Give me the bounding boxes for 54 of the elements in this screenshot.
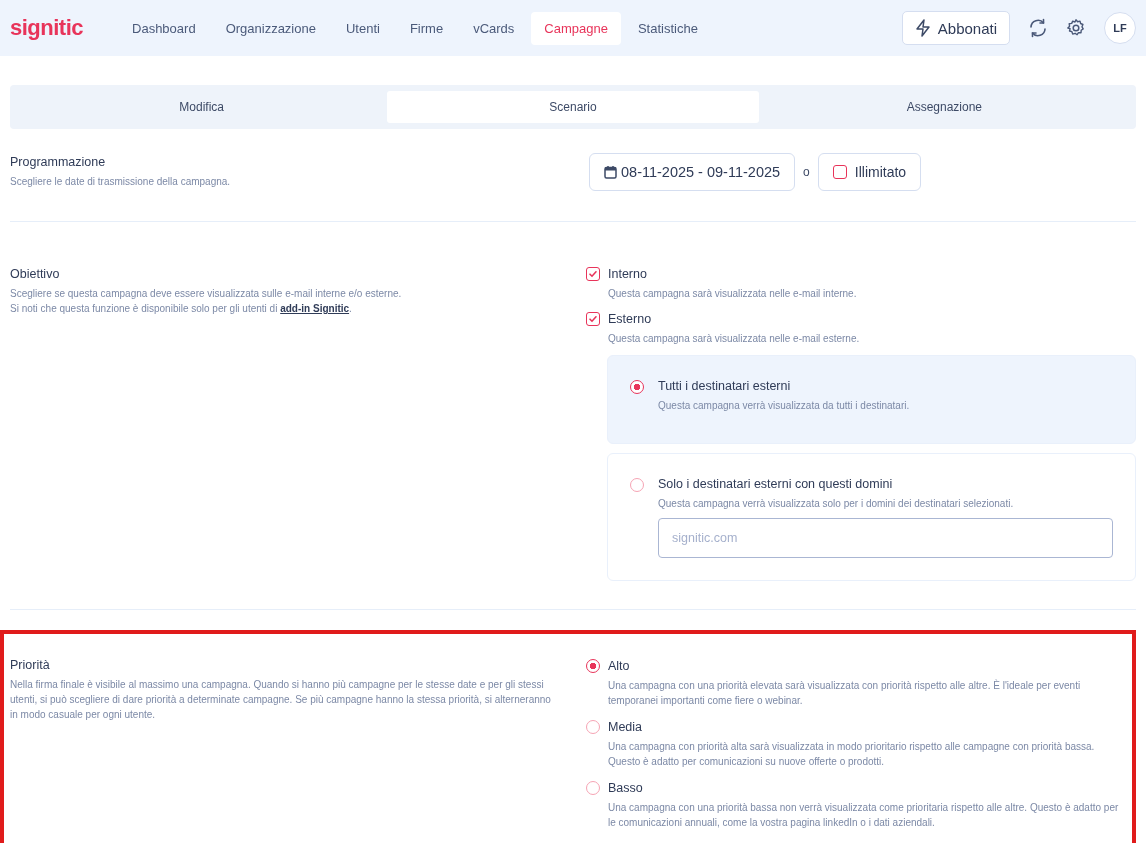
subscribe-button[interactable]: Abbonati (901, 11, 1010, 45)
nav-item[interactable]: Utenti (332, 11, 393, 45)
option-description: Una campagna con una priorità bassa non verrà visualizzata come prioritaria rispetto alle altre. Questo è adatto per le comunicazioni annuali, come la vostra pagina linkedIn o i dati aziendali. (608, 801, 1120, 830)
section-title: Priorità (10, 658, 51, 672)
option-label: Interno (608, 267, 647, 281)
section-title: Programmazione (10, 155, 107, 169)
option-label: Alto (608, 658, 630, 673)
or-label: o (803, 165, 810, 179)
nav-item[interactable]: Statistiche (624, 11, 711, 45)
option-description: Questa campagna sarà visualizzata nelle e-mail esterne. (608, 332, 861, 346)
logo[interactable]: signitic (10, 15, 83, 41)
nav-item[interactable]: vCards (460, 11, 528, 45)
section-description: Scegliere le date di trasmissione della campagna. (10, 175, 232, 189)
availability-note: Si noti che questa funzione è disponibile solo per gli utenti di add-in Signitic. (10, 302, 353, 316)
option-description: Questa campagna verrà visualizzata solo per i domini dei destinatari selezionati. (658, 497, 1015, 511)
settings-icon[interactable] (1066, 18, 1086, 38)
tab[interactable]: Scenario (387, 91, 759, 123)
nav-item[interactable]: Organizzazione (212, 11, 329, 45)
date-range-picker[interactable]: 08-11-2025 - 09-11-2025 (589, 153, 796, 191)
checkbox[interactable] (586, 312, 600, 326)
refresh-icon[interactable] (1028, 18, 1048, 38)
option-description: Questa campagna sarà visualizzata nelle e-mail interne. (608, 287, 858, 301)
user-avatar[interactable]: LF (1104, 12, 1136, 44)
radio-button[interactable] (586, 781, 600, 795)
option-label: Media (608, 719, 643, 734)
section-title: Obiettivo (10, 267, 61, 281)
recipient-option-card[interactable]: Solo i destinatari esterni con questi domini Questa campagna verrà visualizzata solo per i domini dei destinatari selezionati. signitic.com (607, 453, 1136, 581)
tab[interactable]: Modifica (16, 91, 388, 123)
radio-button[interactable] (630, 380, 644, 394)
radio-button[interactable] (630, 478, 644, 492)
option-label: Tutti i destinatari esterni (658, 379, 792, 393)
recipient-option-card[interactable]: Tutti i destinatari esterni Questa campagna verrà visualizzata da tutti i destinatari. (607, 355, 1136, 444)
calendar-icon (604, 165, 617, 179)
unlimited-toggle[interactable]: Illimitato (817, 153, 922, 191)
option-label: Basso (608, 780, 643, 795)
nav-item[interactable]: Campagne (531, 11, 621, 45)
radio-button[interactable] (586, 659, 600, 673)
checkbox[interactable] (586, 267, 600, 281)
checkbox[interactable] (832, 165, 847, 179)
option-description: Una campagna con una priorità elevata sarà visualizzata con priorità rispetto alle altre. È l'ideale per eventi temporanei importanti come fiere o webinar. (608, 678, 1082, 708)
option-label: Solo i destinatari esterni con questi domini (658, 477, 894, 491)
checkmark-icon (588, 314, 598, 324)
checkmark-icon (588, 269, 598, 279)
section-description: Scegliere se questa campagna deve essere visualizzata sulle e-mail interne e/o esterne. (10, 287, 403, 301)
nav-item[interactable]: Dashboard (119, 11, 209, 45)
option-label: Esterno (608, 312, 652, 326)
tab[interactable]: Assegnazione (758, 91, 1130, 123)
lightning-icon (914, 19, 931, 37)
option-description: Questa campagna verrà visualizzata da tutti i destinatari. (658, 399, 911, 413)
section-description: Nella firma finale è visibile al massimo una campagna. Quando si hanno più campagne per le stesse date e per gli stessi utenti, si può scegliere di dare priorità a determinate campagne. Se più campagne hanno la stessa priorità, si alterneranno in modo casuale per ogni utente. (10, 678, 552, 722)
radio-button[interactable] (586, 720, 600, 734)
nav-item[interactable]: Firme (396, 11, 457, 45)
option-description: Una campagna con priorità alta sarà visualizzata in modo prioritario rispetto alle campagne con priorità bassa. Questo è adatto per comunicazioni su nuove offerte o prodotti. (608, 740, 1096, 769)
domain-input-field[interactable]: signitic.com (658, 518, 1113, 558)
